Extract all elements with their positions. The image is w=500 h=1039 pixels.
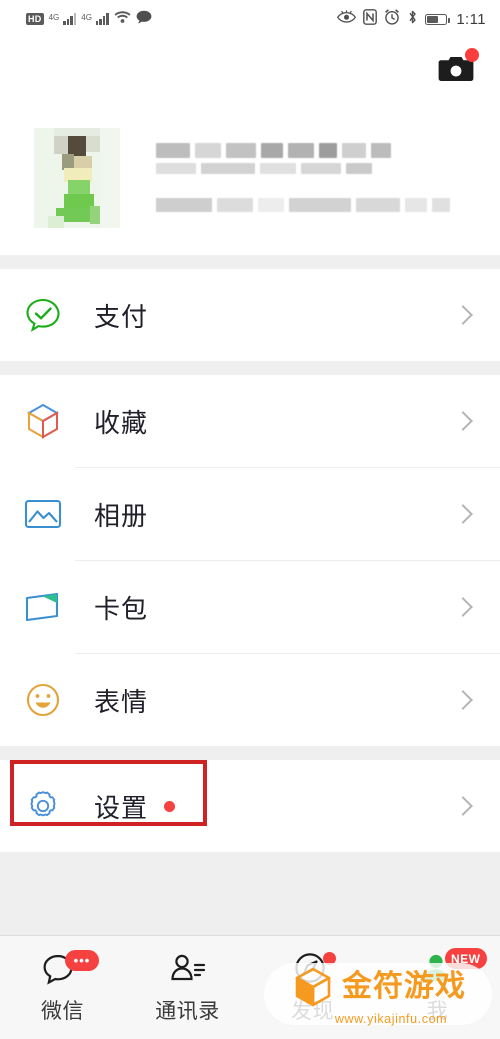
settings-gear-icon [22,788,64,824]
chevron-right-icon [453,796,473,816]
list-item-label: 卡包 [94,593,149,624]
list-item-label-wrap: 设置 [64,788,456,825]
eye-comfort-icon [337,9,357,29]
chevron-right-icon [453,504,473,524]
status-bar-left: HD 4G 4G [14,10,337,29]
list-item-label: 支付 [94,301,149,332]
signal-4g-icon-2: 4G [81,13,109,25]
section-main: 收藏 相册 卡包 表情 [0,375,500,746]
profile-info [120,143,474,212]
pay-icon [22,296,64,334]
chevron-right-icon [453,305,473,325]
tab-badge-new: NEW [445,948,487,969]
nfc-icon [363,8,378,30]
tab-label: 通讯录 [155,999,220,1023]
status-bar: HD 4G 4G 1:11 [0,0,500,38]
wifi-icon [114,10,131,29]
list-item-settings[interactable]: 设置 [0,760,500,852]
avatar[interactable] [34,127,120,228]
list-item-emoji[interactable]: 表情 [0,654,500,746]
section-gap-bottom [0,852,500,935]
section-pay: 支付 [0,269,500,361]
list-item-pay[interactable]: 支付 [0,269,500,361]
list-item-label: 设置 [94,792,149,823]
emoji-smiley-icon [22,682,64,718]
tab-label: 发现 [291,999,334,1023]
tab-discover[interactable]: 发现 [250,936,375,1039]
bluetooth-icon [407,9,418,30]
album-photo-icon [22,498,64,530]
list-item-favorites[interactable]: 收藏 [0,375,500,467]
list-item-label: 表情 [94,686,149,717]
contacts-icon [170,954,205,980]
wechat-profile-screen: HD 4G 4G 1:11 支付 收藏 相册 卡包 表情 设置 ••• 微信 通… [0,0,500,1039]
list-item-album[interactable]: 相册 [0,468,500,560]
favorites-cube-icon [22,402,64,440]
tab-badge: ••• [65,950,99,971]
battery-icon [425,13,450,25]
hd-icon: HD [26,13,44,25]
tab-label: 我 [426,999,449,1023]
alarm-icon [384,8,400,30]
tab-badge-dot [322,952,336,965]
camera-notification-dot [465,48,479,62]
tab-wechat[interactable]: ••• 微信 [0,936,125,1039]
signal-4g-icon: 4G [49,13,77,25]
chevron-right-icon [453,690,473,710]
section-settings: 设置 [0,760,500,852]
status-bar-clock: 1:11 [456,10,486,28]
tab-label: 微信 [41,999,84,1023]
profile-header [0,38,500,100]
section-gap-2 [0,361,500,375]
chevron-right-icon [453,597,473,617]
profile-name-redacted [156,143,474,158]
list-item-label: 收藏 [94,407,149,438]
list-item-cards[interactable]: 卡包 [0,561,500,653]
sim2-gen-label: 4G [81,13,92,22]
section-gap-3 [0,746,500,760]
profile-id-redacted [156,198,474,212]
list-item-label: 相册 [94,500,149,531]
settings-notification-dot [164,800,176,812]
section-gap-1 [0,255,500,269]
tab-contacts[interactable]: 通讯录 [125,936,250,1039]
card-wallet-icon [22,591,64,623]
message-bubble-icon [136,10,152,29]
profile-card[interactable] [0,100,500,255]
bottom-tab-bar: ••• 微信 通讯录 发现 NEW 我 [0,935,500,1039]
sim1-gen-label: 4G [48,13,60,22]
tab-me[interactable]: NEW 我 [375,936,500,1039]
camera-button[interactable] [438,48,479,84]
status-bar-right: 1:11 [337,8,486,30]
profile-name-redacted-2 [156,163,474,174]
chevron-right-icon [453,411,473,431]
